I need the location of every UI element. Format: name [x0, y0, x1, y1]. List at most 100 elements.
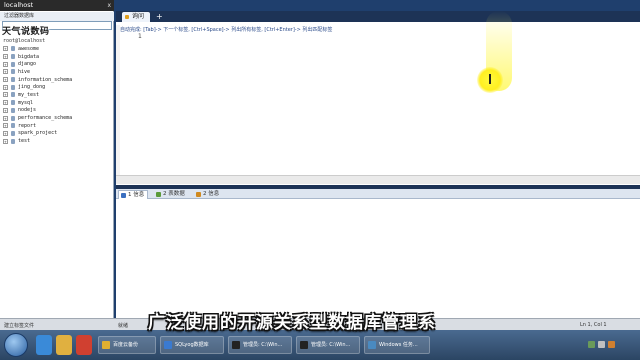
taskbar-window-button[interactable]: SQLyog数据库 [160, 336, 224, 354]
database-item[interactable]: + my_test [3, 91, 72, 99]
cmd-icon [232, 341, 240, 349]
database-icon [11, 123, 15, 129]
expand-icon[interactable]: + [3, 123, 8, 129]
editor-horizontal-scrollbar[interactable] [116, 175, 640, 184]
info-icon [121, 193, 126, 198]
filter-label: 过滤器数据库 [0, 12, 114, 21]
taskbar-button-label: 管理员: C:\Win... [243, 342, 283, 348]
ie-icon[interactable] [36, 335, 52, 355]
connection-tab[interactable]: localhost x [0, 0, 114, 11]
database-name: spark_project [18, 130, 58, 137]
cmd-icon [300, 341, 308, 349]
database-name: information_schema [18, 76, 73, 83]
status-ready: 就绪 [118, 323, 129, 329]
database-item[interactable]: + django [3, 60, 72, 68]
results-tab[interactable]: 2 表数据 [154, 190, 188, 199]
database-icon [11, 115, 15, 121]
expand-icon[interactable]: + [3, 92, 8, 98]
taskbar-window-button[interactable]: 百度云备份 [98, 336, 156, 354]
database-item[interactable]: + performance_schema [3, 114, 72, 122]
expand-icon[interactable]: + [3, 115, 8, 121]
database-item[interactable]: + awesome [3, 45, 72, 53]
database-item[interactable]: + information_schema [3, 76, 72, 84]
expand-icon[interactable]: + [3, 77, 8, 83]
object-browser: localhost x 过滤器数据库 天气说数码 root@localhost … [0, 0, 114, 318]
database-name: test [18, 138, 31, 145]
root-node[interactable]: root@localhost [3, 38, 45, 44]
query-editor[interactable]: 询问 + 自动完成: [Tab]-> 下一个标签, [Ctrl+Space]->… [116, 11, 640, 185]
table-data-icon [156, 192, 161, 197]
database-name: bigdata [18, 53, 40, 60]
results-tabbar: 1 信息 2 表数据 2 信息 [116, 189, 640, 199]
line-gutter [116, 25, 120, 175]
database-icon [11, 100, 15, 106]
folder-icon [102, 341, 110, 349]
expand-icon[interactable]: + [3, 138, 8, 144]
connection-title: localhost [4, 1, 34, 9]
expand-icon[interactable]: + [3, 46, 8, 52]
expand-icon[interactable]: + [3, 54, 8, 60]
database-name: jing_dong [18, 84, 46, 91]
results-tab[interactable]: 2 信息 [194, 190, 222, 199]
database-item[interactable]: + test [3, 137, 72, 145]
database-icon [11, 69, 15, 75]
database-item[interactable]: + report [3, 122, 72, 130]
editor-tabbar: 询问 + [116, 11, 640, 22]
results-tab-label: 2 表数据 [163, 191, 185, 197]
expand-icon[interactable]: + [3, 84, 8, 90]
database-icon [11, 107, 15, 113]
query-tab-icon [125, 15, 129, 19]
expand-icon[interactable]: + [3, 61, 8, 67]
database-name: performance_schema [18, 115, 73, 122]
sqlyog-icon [164, 341, 172, 349]
status-footer-label: 建立标签文件 [4, 323, 35, 329]
database-icon [11, 92, 15, 98]
info-icon [196, 192, 201, 197]
database-item[interactable]: + jing_dong [3, 83, 72, 91]
tab-query-label: 询问 [132, 13, 145, 20]
start-button[interactable] [4, 333, 28, 357]
database-item[interactable]: + spark_project [3, 130, 72, 138]
results-tab-label: 2 信息 [203, 191, 220, 197]
database-name: report [18, 122, 37, 129]
database-icon [11, 77, 15, 83]
database-item[interactable]: + mysql [3, 99, 72, 107]
results-tab[interactable]: 1 信息 [118, 190, 149, 199]
add-tab-icon[interactable]: + [156, 12, 163, 21]
taskbar-window-button[interactable]: 管理员: C:\Win... [228, 336, 292, 354]
volume-icon[interactable] [598, 341, 605, 348]
expand-icon[interactable]: + [3, 100, 8, 106]
database-item[interactable]: + hive [3, 68, 72, 76]
database-icon [11, 130, 15, 136]
taskbar-window-button[interactable]: 管理员: C:\Win... [296, 336, 360, 354]
database-tree: + awesome + bigdata + django + hive + information… [3, 45, 72, 145]
line-number: 1 [138, 33, 142, 40]
video-subtitle: 广泛使用的开源关系型数据库管理系 [148, 313, 436, 333]
database-item[interactable]: + bigdata [3, 53, 72, 61]
expand-icon[interactable]: + [3, 69, 8, 75]
status-cursor-position: Ln 1, Col 1 [580, 322, 607, 328]
explorer-icon[interactable] [56, 335, 72, 355]
database-name: hive [18, 68, 31, 75]
results-pane: 1 信息 2 表数据 2 信息 [116, 189, 640, 318]
results-tab-label: 1 信息 [128, 192, 145, 198]
taskbar-window-button[interactable]: Windows 任务... [364, 336, 430, 354]
database-icon [11, 46, 15, 52]
database-icon [11, 61, 15, 67]
taskbar-button-label: Windows 任务... [379, 342, 418, 348]
taskbar-button-label: 管理员: C:\Win... [311, 342, 351, 348]
database-name: awesome [18, 45, 40, 52]
network-icon[interactable] [588, 341, 595, 348]
tab-query[interactable]: 询问 [122, 12, 151, 22]
ibeam-cursor-icon [489, 74, 491, 84]
media-player-icon[interactable] [76, 335, 92, 355]
database-icon [11, 54, 15, 60]
database-name: django [18, 61, 37, 68]
tray-app-icon[interactable] [608, 341, 615, 348]
database-item[interactable]: + nodejs [3, 107, 72, 115]
expand-icon[interactable]: + [3, 130, 8, 136]
database-name: nodejs [18, 107, 37, 114]
expand-icon[interactable]: + [3, 107, 8, 113]
close-icon[interactable]: x [107, 0, 111, 11]
database-name: mysql [18, 99, 34, 106]
